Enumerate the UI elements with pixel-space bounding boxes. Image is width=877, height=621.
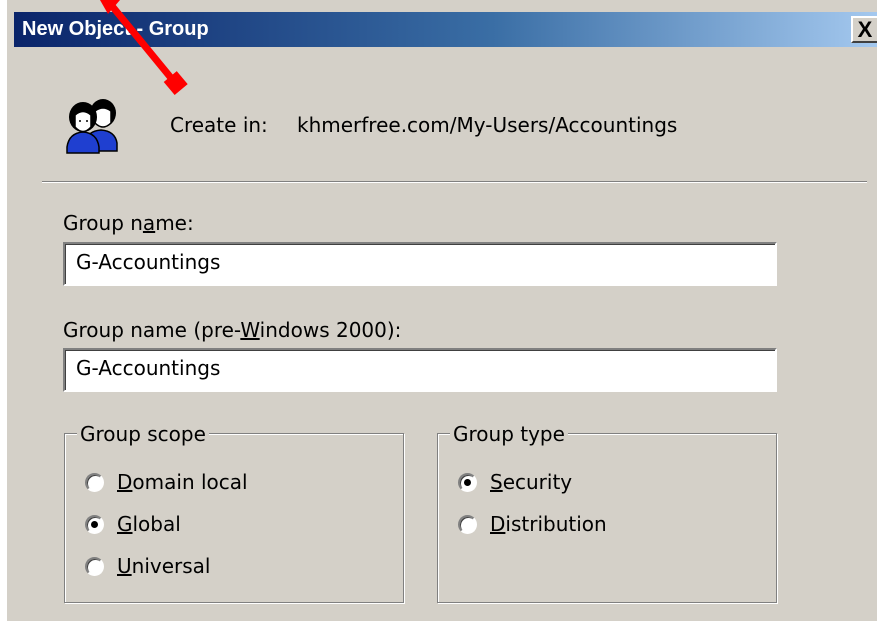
new-object-group-dialog: New Object - Group X Create in: khmerfre…: [0, 0, 877, 621]
radio-domain-local[interactable]: Domain local: [85, 470, 248, 494]
group-type-box: Group type Security Distribution: [437, 422, 777, 603]
title-bar[interactable]: New Object - Group: [14, 12, 877, 47]
group-name-pre2000-label: Group name (pre-Windows 2000):: [63, 318, 402, 342]
group-name-label: Group name:: [63, 211, 194, 235]
create-in-label: Create in:: [170, 113, 268, 137]
radio-security[interactable]: Security: [458, 470, 572, 494]
group-name-pre2000-input[interactable]: G-Accountings: [63, 348, 777, 392]
radio-domain-local-label: Domain local: [117, 470, 248, 494]
group-users-icon: [66, 99, 118, 154]
radio-distribution-indicator[interactable]: [458, 514, 477, 534]
radio-distribution-label: Distribution: [490, 512, 607, 536]
group-type-legend: Group type: [450, 422, 568, 446]
radio-universal-label: Universal: [117, 554, 211, 578]
radio-security-label: Security: [490, 470, 573, 494]
radio-distribution[interactable]: Distribution: [458, 512, 607, 536]
create-in-path: khmerfree.com/My-Users/Accountings: [297, 113, 678, 137]
radio-global-indicator[interactable]: [85, 514, 104, 534]
window-title: New Object - Group: [22, 18, 209, 40]
radio-universal-indicator[interactable]: [85, 556, 104, 576]
close-icon: X: [857, 16, 873, 42]
radio-universal[interactable]: Universal: [85, 554, 210, 578]
radio-global-label: Global: [117, 512, 181, 536]
radio-global[interactable]: Global: [85, 512, 181, 536]
radio-domain-local-indicator[interactable]: [85, 472, 104, 492]
group-scope-box: Group scope Domain local Global Universa…: [64, 422, 404, 603]
close-button[interactable]: X: [851, 16, 877, 43]
group-scope-legend: Group scope: [77, 422, 209, 446]
separator: [42, 181, 867, 183]
radio-security-indicator[interactable]: [458, 472, 477, 492]
group-name-input[interactable]: G-Accountings: [63, 242, 777, 286]
